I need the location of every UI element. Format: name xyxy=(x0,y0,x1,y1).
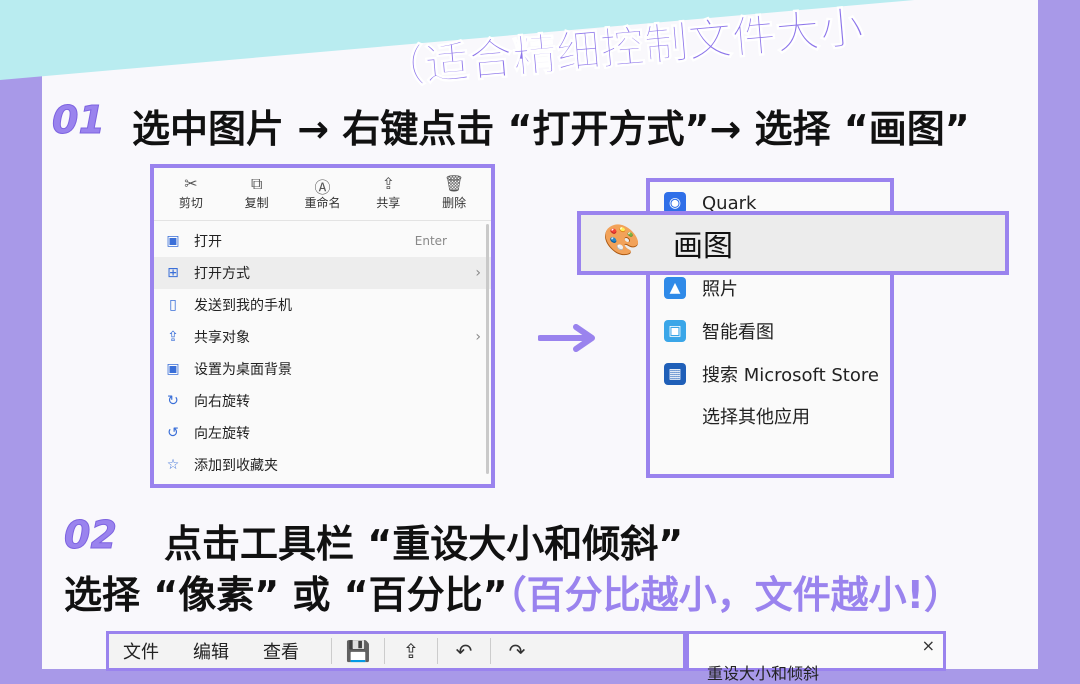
redo-icon[interactable]: ↷ xyxy=(503,639,531,663)
menu-item-3[interactable]: ⇪ 共享对象 › xyxy=(154,321,491,353)
open-with-item-label: 画图 xyxy=(673,229,733,264)
toolbar-button-2[interactable]: Ⓐ 重命名 xyxy=(292,174,352,220)
menu-item-1[interactable]: ⊞ 打开方式 › xyxy=(154,257,491,289)
menu-item-label: 向右旋转 xyxy=(194,394,250,410)
open-with-item-5[interactable]: 选择其他应用 xyxy=(650,395,890,438)
toolbar-button-label: 复制 xyxy=(244,196,269,210)
menu-item-label: 设置为桌面背景 xyxy=(194,362,292,378)
menu-item-label: 打开方式 xyxy=(194,266,250,282)
toolbar-button-label: 剪切 xyxy=(178,196,203,210)
close-icon[interactable]: × xyxy=(922,636,935,655)
open-with-item-3[interactable]: ▣ 智能看图 xyxy=(650,310,890,353)
menu-item-label: 共享对象 xyxy=(194,330,250,346)
star-icon: ☆ xyxy=(166,457,180,473)
menu-item-shortcut: Enter xyxy=(414,234,447,248)
blank-icon xyxy=(664,405,686,427)
menu-item-label: 发送到我的手机 xyxy=(194,298,292,314)
divider xyxy=(331,638,332,664)
chevron-right-icon: › xyxy=(475,265,481,281)
wallpaper-icon: ▣ xyxy=(166,361,180,377)
open-with-icon: ⊞ xyxy=(167,265,179,281)
context-menu-items: ▣ 打开 Enter ⊞ 打开方式 › ▯ 发送到我的手机 ⇪ 共享对象 › ▣ 设置为桌面背景 ↻ 向右旋… xyxy=(154,221,491,481)
image-viewer-icon: ▣ xyxy=(664,320,686,343)
open-with-item-paint[interactable]: 🎨 画图 xyxy=(577,211,1009,275)
toolbar-button-4[interactable]: 🗑 删除 xyxy=(424,174,484,220)
step2-heading-note: （百分比越小，文件越小!） xyxy=(507,573,962,617)
menu-item-label: 向左旋转 xyxy=(194,426,250,442)
phone-icon: ▯ xyxy=(169,297,177,313)
delete-icon: 🗑 xyxy=(443,174,465,193)
save-icon[interactable]: 💾 xyxy=(344,639,372,663)
rotate-left-icon: ↺ xyxy=(167,425,179,441)
store-icon: ▦ xyxy=(664,362,686,385)
resize-dialog: × 重设大小和倾斜 xyxy=(686,631,946,683)
step-number-2: 02 xyxy=(64,513,118,558)
dialog-title: 重设大小和倾斜 xyxy=(707,664,820,683)
rotate-right-icon: ↻ xyxy=(167,393,179,409)
menu-item-6[interactable]: ↺ 向左旋转 xyxy=(154,417,491,449)
context-menu: ✂ 剪切 ⧉ 复制 Ⓐ 重命名 ⇪ 共享 🗑 删除 ▣ 打开 Enter ⊞ 打开方式 › ▯ 发送到我的手机 ⇪… xyxy=(150,164,495,488)
rename-icon: Ⓐ xyxy=(314,178,331,197)
open-with-item-4[interactable]: ▦ 搜索 Microsoft Store xyxy=(650,352,890,395)
context-menu-toolbar: ✂ 剪切 ⧉ 复制 Ⓐ 重命名 ⇪ 共享 🗑 删除 xyxy=(154,168,491,221)
arrow-right-icon xyxy=(538,324,595,352)
share-icon: ⇪ xyxy=(167,329,179,345)
menu-item-7[interactable]: ☆ 添加到收藏夹 xyxy=(154,449,491,481)
menu-2[interactable]: 查看 xyxy=(263,638,299,664)
menu-item-5[interactable]: ↻ 向右旋转 xyxy=(154,385,491,417)
share-icon[interactable]: ⇪ xyxy=(397,639,425,663)
toolbar-button-label: 重命名 xyxy=(304,196,341,210)
divider xyxy=(490,638,491,664)
menu-item-2[interactable]: ▯ 发送到我的手机 xyxy=(154,289,491,321)
toolbar-button-3[interactable]: ⇪ 共享 xyxy=(358,174,418,220)
open-with-item-label: 智能看图 xyxy=(702,322,774,344)
copy-icon: ⧉ xyxy=(250,174,263,193)
open-with-item-label: 照片 xyxy=(702,279,738,301)
open-with-item-label: 搜索 Microsoft Store xyxy=(702,364,879,386)
menu-0[interactable]: 文件 xyxy=(123,638,159,664)
menu-item-0[interactable]: ▣ 打开 Enter xyxy=(154,225,491,257)
open-with-item-label: 选择其他应用 xyxy=(702,407,810,429)
toolbar-button-label: 共享 xyxy=(376,196,401,210)
paint-toolbar: 文件 编辑 查看 💾 ⇪ ↶ ↷ xyxy=(106,631,686,671)
toolbar-button-label: 删除 xyxy=(442,196,467,210)
step2-heading-line1: 点击工具栏 “重设大小和倾斜” xyxy=(164,522,684,566)
divider xyxy=(384,638,385,664)
undo-icon[interactable]: ↶ xyxy=(450,639,478,663)
scrollbar[interactable] xyxy=(486,224,489,474)
step2-heading-main: 选择 “像素” 或 “百分比” xyxy=(64,573,508,617)
image-icon: ▣ xyxy=(166,233,180,249)
chevron-right-icon: › xyxy=(475,329,481,345)
share-icon: ⇪ xyxy=(381,174,395,193)
toolbar-button-0[interactable]: ✂ 剪切 xyxy=(161,174,221,220)
step2-heading-line2: 选择 “像素” 或 “百分比”（百分比越小，文件越小!） xyxy=(64,564,962,619)
toolbar-button-1[interactable]: ⧉ 复制 xyxy=(227,174,287,220)
cut-icon: ✂ xyxy=(184,174,198,193)
menu-item-4[interactable]: ▣ 设置为桌面背景 xyxy=(154,353,491,385)
menu-item-label: 打开 xyxy=(194,234,222,250)
step1-heading: 选中图片 → 右键点击 “打开方式”→ 选择 “画图” xyxy=(132,107,970,151)
menu-item-label: 添加到收藏夹 xyxy=(194,458,278,474)
paint-icon: 🎨 xyxy=(603,223,641,258)
step-number-1: 01 xyxy=(52,98,106,143)
divider xyxy=(437,638,438,664)
photos-icon: ▲ xyxy=(664,277,686,300)
menu-1[interactable]: 编辑 xyxy=(193,638,229,664)
